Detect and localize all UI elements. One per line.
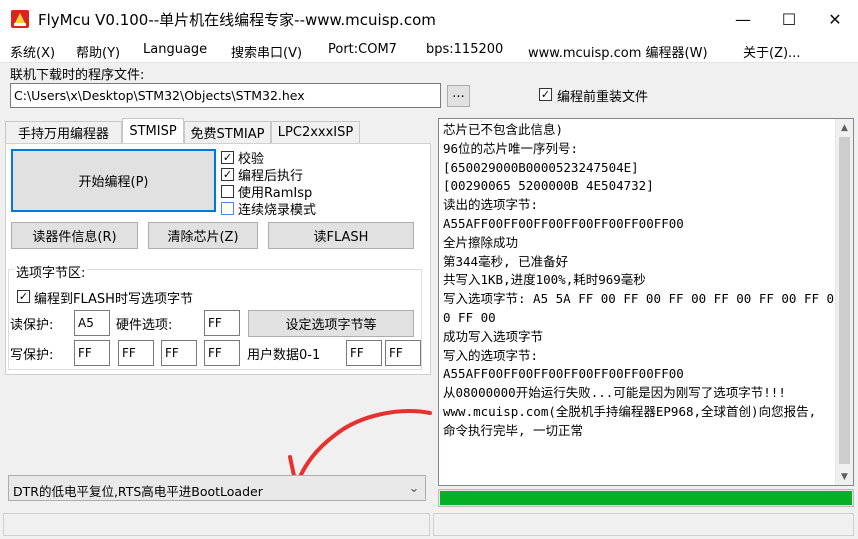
tab-handheld[interactable]: 手持万用编程器 [5,121,122,143]
write-protect-label: 写保护: [10,348,54,363]
write-protect-input-1[interactable]: FF [74,340,110,366]
scroll-down-icon[interactable]: ▼ [836,468,853,485]
read-info-button[interactable]: 读器件信息(R) [11,222,138,249]
read-protect-label: 读保护: [10,318,54,333]
close-button[interactable]: ✕ [812,0,858,38]
log-line: 芯片已不包含此信息) [443,122,564,137]
menu-language[interactable]: Language [143,42,207,57]
close-icon: ✕ [828,9,842,29]
log-line: 共写入1KB,进度100%,耗时969毫秒 [443,272,646,288]
app-icon [10,9,30,29]
menu-system[interactable]: 系统(X) [10,42,55,61]
boot-mode-value: DTR的低电平复位,RTS高电平进BootLoader [13,484,263,499]
log-line: [650029000B0000523247504E] [443,159,639,175]
continuous-label: 连续烧录模式 [238,203,317,218]
log-scrollbar[interactable]: ▲ ▼ [835,119,853,485]
continuous-checkbox[interactable] [221,202,234,215]
log-line: www.mcuisp.com(全脱机手持编程器EP968,全球首创)向您报告, … [443,403,824,438]
log-line: 写入选项字节: A5 5A FF 00 FF 00 FF 00 FF 00 FF… [443,291,835,325]
menu-bps[interactable]: bps:115200 [426,42,503,57]
read-protect-input[interactable]: A5 [74,310,110,336]
window-title: FlyMcu V0.100--单片机在线编程专家--www.mcuisp.com [38,11,436,29]
log-line: 成功写入选项字节 [443,328,544,344]
write-option-label: 编程到FLASH时写选项字节 [34,292,193,307]
ramisp-checkbox[interactable] [221,185,234,198]
user-data-label: 用户数据0-1 [247,348,321,363]
log-line: [00290065 5200000B 4E504732] [443,178,654,194]
erase-chip-button[interactable]: 清除芯片(Z) [148,222,258,249]
run-after-checkbox[interactable]: ✓ [221,168,234,181]
tab-lpc[interactable]: LPC2xxxISP [271,121,360,143]
scrollbar-thumb[interactable] [839,137,850,464]
set-option-bytes-button[interactable]: 设定选项字节等 [248,310,414,337]
title-bar: FlyMcu V0.100--单片机在线编程专家--www.mcuisp.com… [0,0,858,38]
log-line: 从08000000开始运行失败...可能是因为刚写了选项字节!!! [443,385,786,401]
maximize-button[interactable]: ☐ [766,0,812,38]
boot-mode-select[interactable]: DTR的低电平复位,RTS高电平进BootLoader [8,475,426,501]
progress-bar [438,489,854,507]
menu-search-port[interactable]: 搜索串口(V) [231,42,302,61]
status-bar [0,510,858,539]
write-protect-input-4[interactable]: FF [204,340,240,366]
menu-port[interactable]: Port:COM7 [328,42,397,57]
log-line: 第344毫秒, 已准备好 [443,253,569,269]
log-line: A55AFF00FF00FF00FF00FF00FF00FF00 [443,366,684,382]
progress-fill [440,491,852,505]
status-segment-left [3,513,430,536]
log-output[interactable]: 芯片已不包含此信息) 96位的芯片唯一序列号: [650029000B0000523… [438,118,854,486]
log-line: 全片擦除成功 [443,234,519,250]
file-path-input[interactable]: C:\Users\x\Desktop\STM32\Objects\STM32.h… [10,83,441,108]
hardware-option-input[interactable]: FF [204,310,240,336]
write-protect-input-2[interactable]: FF [118,340,154,366]
browse-button[interactable]: ... [447,85,470,107]
log-line: A55AFF00FF00FF00FF00FF00FF00FF00 [443,215,684,231]
log-line: 96位的芯片唯一序列号: [443,140,579,156]
read-flash-button[interactable]: 读FLASH [268,222,414,249]
log-line: 读出的选项字节: [443,197,539,213]
user-data-input-1[interactable]: FF [385,340,421,366]
option-bytes-label: 选项字节区: [14,262,88,281]
hardware-option-label: 硬件选项: [116,318,173,333]
scroll-up-icon[interactable]: ▲ [836,119,853,136]
reload-checkbox[interactable]: ✓ [539,88,552,101]
minimize-icon: — [735,9,751,29]
verify-checkbox[interactable]: ✓ [221,151,234,164]
log-line: 写入的选项字节: [443,347,539,363]
maximize-icon: ☐ [781,9,797,29]
file-label: 联机下载时的程序文件: [10,68,145,83]
tab-stmiap[interactable]: 免费STMIAP [184,121,271,143]
log-text: 芯片已不包含此信息) 96位的芯片唯一序列号: [650029000B0000523… [443,121,835,441]
menu-help[interactable]: 帮助(Y) [76,42,120,61]
menu-bar: 系统(X) 帮助(Y) Language 搜索串口(V) Port:COM7 b… [0,38,858,63]
user-data-input-0[interactable]: FF [346,340,382,366]
menu-about[interactable]: 关于(Z)... [743,42,800,61]
write-option-checkbox[interactable]: ✓ [17,290,30,303]
write-protect-input-3[interactable]: FF [161,340,197,366]
tab-stmisp[interactable]: STMISP [122,118,184,144]
chevron-down-icon[interactable]: ⌄ [404,477,424,499]
start-program-button[interactable]: 开始编程(P) [11,149,216,212]
reload-label: 编程前重装文件 [557,90,649,105]
minimize-button[interactable]: — [720,0,766,38]
menu-programmer[interactable]: www.mcuisp.com 编程器(W) [528,42,708,61]
status-segment-right [433,513,854,536]
